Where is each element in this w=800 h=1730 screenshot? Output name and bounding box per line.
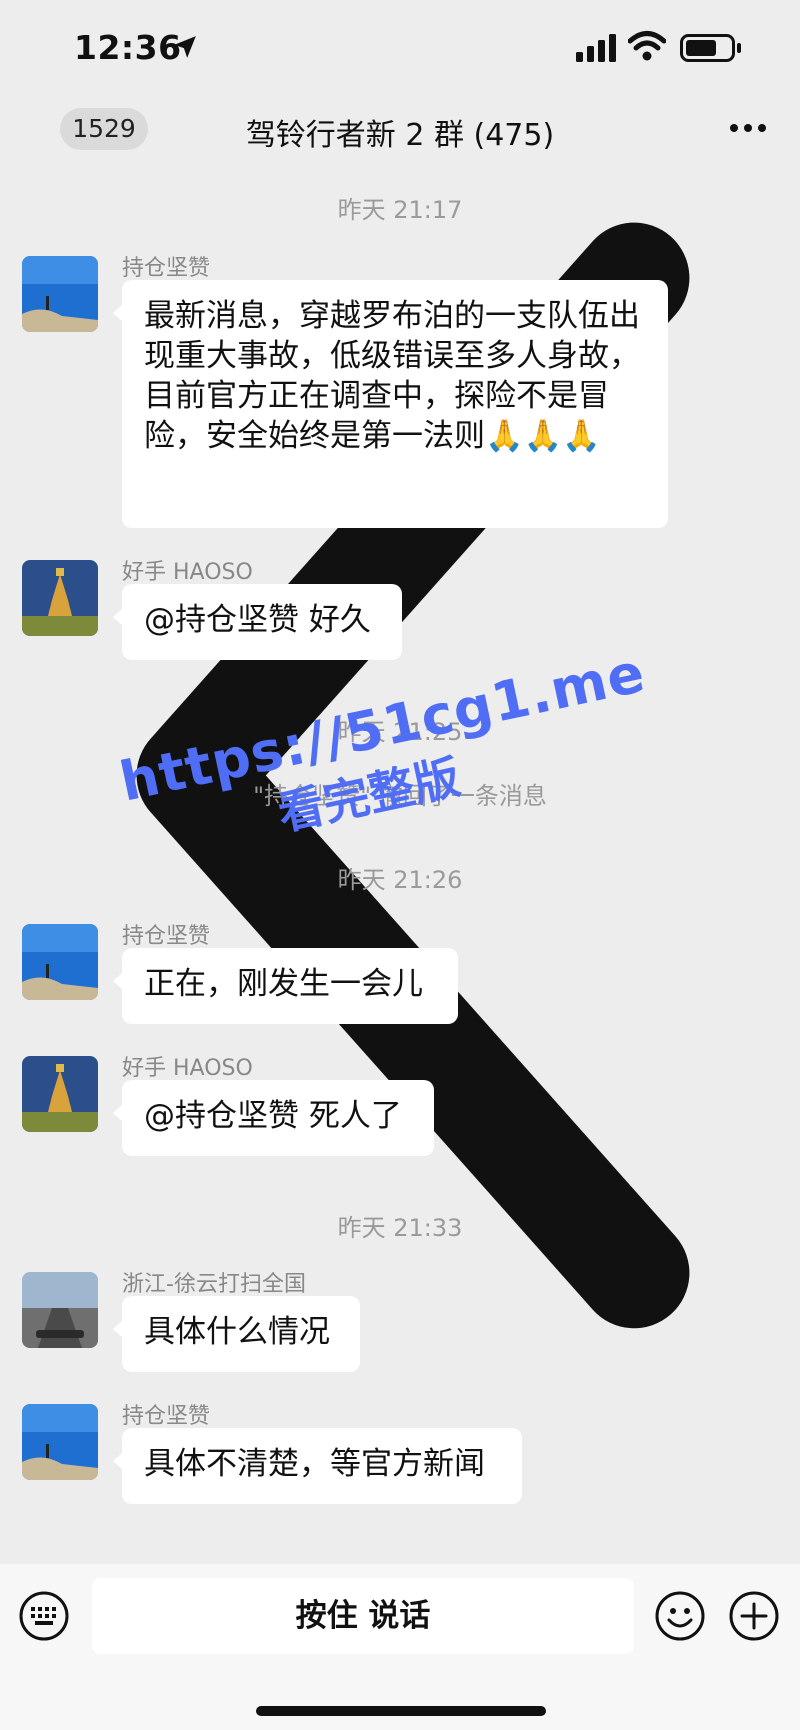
message-text: 具体不清楚，等官方新闻: [144, 1446, 485, 1482]
sender-name: 持仓坚赞: [122, 256, 211, 281]
message-bubble[interactable]: 正在，刚发生一会儿: [113, 948, 458, 1024]
message-bubble[interactable]: 具体不清楚，等官方新闻: [113, 1428, 522, 1504]
message-text: 正在，刚发生一会儿: [144, 966, 423, 1002]
sender-name: 好手 HAOSO: [122, 560, 253, 585]
status-bar: 12:36: [0, 0, 800, 100]
timestamp: 昨天 21:17: [337, 196, 463, 224]
status-time: 12:36: [74, 28, 182, 67]
chat-title: 驾铃行者新 2 群 (475): [245, 118, 555, 153]
location-arrow-icon: [174, 36, 196, 58]
timestamp: 昨天 21:33: [337, 1214, 463, 1242]
more-options-icon[interactable]: [726, 110, 770, 146]
message-bubble[interactable]: @持仓坚赞 死人了: [113, 1080, 434, 1156]
sender-name: 浙江-徐云打扫全国: [122, 1272, 306, 1297]
sender-name: 好手 HAOSO: [122, 1056, 253, 1081]
home-indicator: [256, 1706, 546, 1716]
message-text: 最新消息，穿越罗布泊的一支队伍出现重大事故，低级错误至多人身故，目前官方正在调查…: [144, 298, 640, 454]
cellular-signal-icon: [576, 34, 616, 62]
keyboard-toggle-icon[interactable]: [18, 1590, 70, 1642]
emoji-icon[interactable]: [654, 1590, 706, 1642]
avatar-haoso[interactable]: [22, 560, 98, 636]
battery-icon: [680, 34, 741, 62]
sender-name: 持仓坚赞: [122, 1404, 211, 1429]
message-text: @持仓坚赞 好久: [144, 602, 371, 638]
message-bubble[interactable]: @持仓坚赞 好久: [113, 584, 402, 660]
message-bubble[interactable]: 最新消息，穿越罗布泊的一支队伍出现重大事故，低级错误至多人身故，目前官方正在调查…: [113, 280, 668, 528]
wifi-icon: [628, 31, 666, 61]
message-bubble[interactable]: 具体什么情况: [113, 1296, 360, 1372]
avatar-chicang[interactable]: [22, 1404, 98, 1480]
message-text: 具体什么情况: [144, 1314, 330, 1350]
message-text: @持仓坚赞 死人了: [144, 1098, 402, 1134]
avatar-chicang[interactable]: [22, 256, 98, 332]
avatar-zhejiang[interactable]: [22, 1272, 98, 1348]
avatar-chicang[interactable]: [22, 924, 98, 1000]
hold-to-talk-button[interactable]: 按住 说话: [92, 1578, 634, 1654]
add-more-icon[interactable]: [728, 1590, 780, 1642]
avatar-haoso[interactable]: [22, 1056, 98, 1132]
input-bar: 按住 说话: [0, 1564, 800, 1730]
